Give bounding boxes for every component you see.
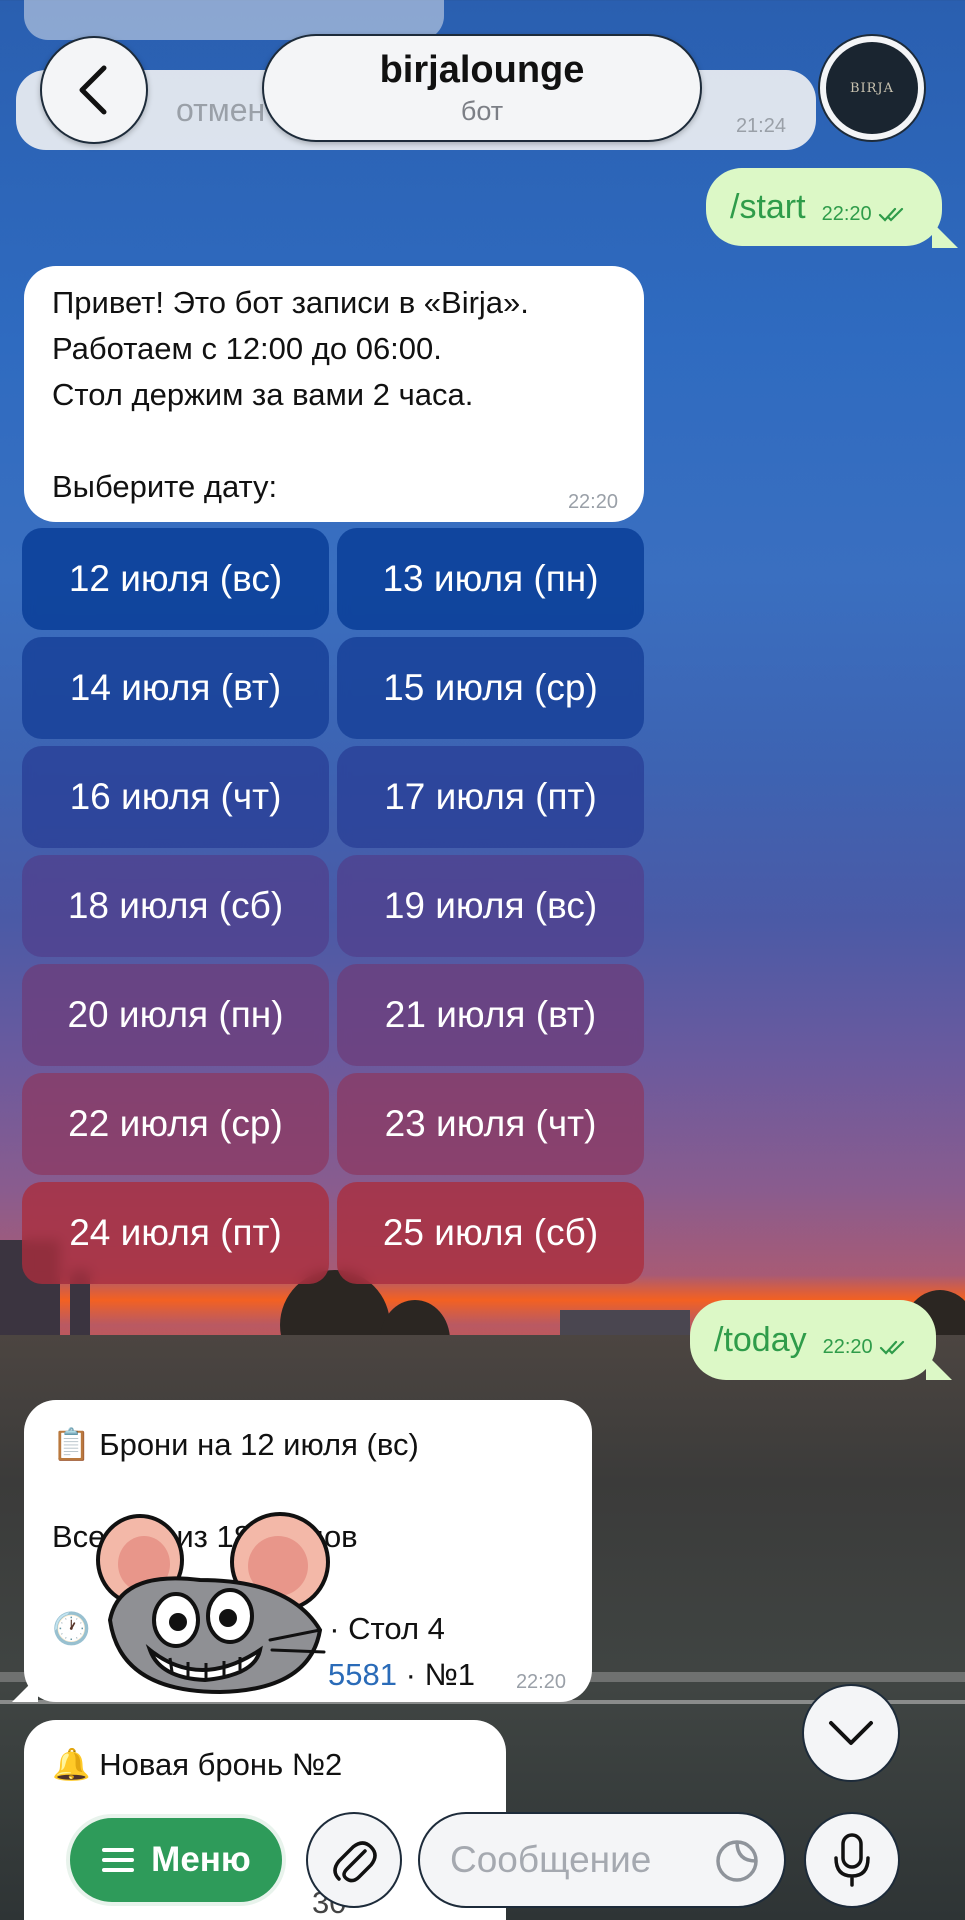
welcome-line-5: Выберите дату: (52, 469, 278, 504)
booking-number: · №1 (405, 1657, 476, 1692)
welcome-blank-line (52, 418, 616, 464)
avatar[interactable]: BIRJA (818, 34, 926, 142)
date-button[interactable]: 17 июля (пт) (337, 746, 644, 848)
outgoing-message-start[interactable]: /start 22:20 (706, 168, 942, 246)
date-button[interactable]: 21 июля (вт) (337, 964, 644, 1066)
outgoing-message-today[interactable]: /today 22:20 (690, 1300, 936, 1380)
new-booking-title: Новая бронь №2 (99, 1747, 343, 1782)
chevron-left-icon (79, 65, 107, 115)
paperclip-icon (333, 1841, 377, 1883)
date-button[interactable]: 23 июля (чт) (337, 1073, 644, 1175)
message-input[interactable] (450, 1839, 710, 1881)
date-button[interactable]: 20 июля (пн) (22, 964, 329, 1066)
microphone-button[interactable] (804, 1812, 900, 1908)
message-text: /start (730, 187, 806, 226)
clipboard-icon: 📋 (52, 1427, 91, 1462)
chat-name: birjalounge (379, 49, 585, 91)
date-button[interactable]: 18 июля (сб) (22, 855, 329, 957)
chat-title[interactable]: birjalounge бот (262, 34, 702, 142)
chevron-down-icon (829, 1721, 873, 1745)
message-time: 22:20 (822, 1335, 873, 1358)
message-time: 22:20 (821, 202, 872, 225)
hamburger-icon (102, 1848, 135, 1872)
avatar-logo: BIRJA (826, 42, 918, 134)
date-button[interactable]: 22 июля (ср) (22, 1073, 329, 1175)
welcome-line-2: Работаем с 12:00 до 06:00. (52, 331, 442, 366)
message-field[interactable] (418, 1812, 786, 1908)
previous-message-text: отмен (176, 92, 266, 128)
bookings-title: Брони на 12 июля (вс) (99, 1427, 419, 1462)
date-button[interactable]: 24 июля (пт) (22, 1182, 329, 1284)
menu-button[interactable]: Меню (66, 1814, 286, 1906)
double-check-icon (879, 1340, 904, 1355)
message-text: /today (714, 1320, 807, 1359)
date-button[interactable]: 16 июля (чт) (22, 746, 329, 848)
welcome-line-1: Привет! Это бот записи в «Birja». (52, 285, 529, 320)
bubble-tail (926, 1354, 952, 1380)
chat-status: бот (460, 96, 504, 126)
date-button[interactable]: 14 июля (вт) (22, 637, 329, 739)
back-button[interactable] (40, 36, 148, 144)
microphone-icon (834, 1833, 870, 1887)
message-time: 22:20 (567, 491, 618, 513)
welcome-line-3: Стол держим за вами 2 часа. (52, 377, 474, 412)
sticker-icon[interactable] (714, 1838, 760, 1884)
message-time: 22:20 (515, 1671, 566, 1693)
rat-sticker[interactable] (80, 1500, 340, 1700)
previous-message-time: 21:24 (735, 115, 786, 137)
date-button[interactable]: 12 июля (вс) (22, 528, 329, 630)
date-keyboard: 12 июля (вс) 13 июля (пн) 14 июля (вт) 1… (22, 528, 646, 1284)
bell-icon: 🔔 (52, 1747, 91, 1782)
date-button[interactable]: 19 июля (вс) (337, 855, 644, 957)
attach-button[interactable] (306, 1812, 402, 1908)
date-button[interactable]: 13 июля (пн) (337, 528, 644, 630)
booking-table: · Стол 4 (329, 1611, 445, 1646)
bot-welcome-message[interactable]: Привет! Это бот записи в «Birja». Работа… (24, 266, 644, 522)
menu-label: Меню (151, 1840, 251, 1879)
scroll-down-button[interactable] (802, 1684, 900, 1782)
date-button[interactable]: 15 июля (ср) (337, 637, 644, 739)
double-check-icon (878, 207, 903, 222)
date-button[interactable]: 25 июля (сб) (337, 1182, 644, 1284)
